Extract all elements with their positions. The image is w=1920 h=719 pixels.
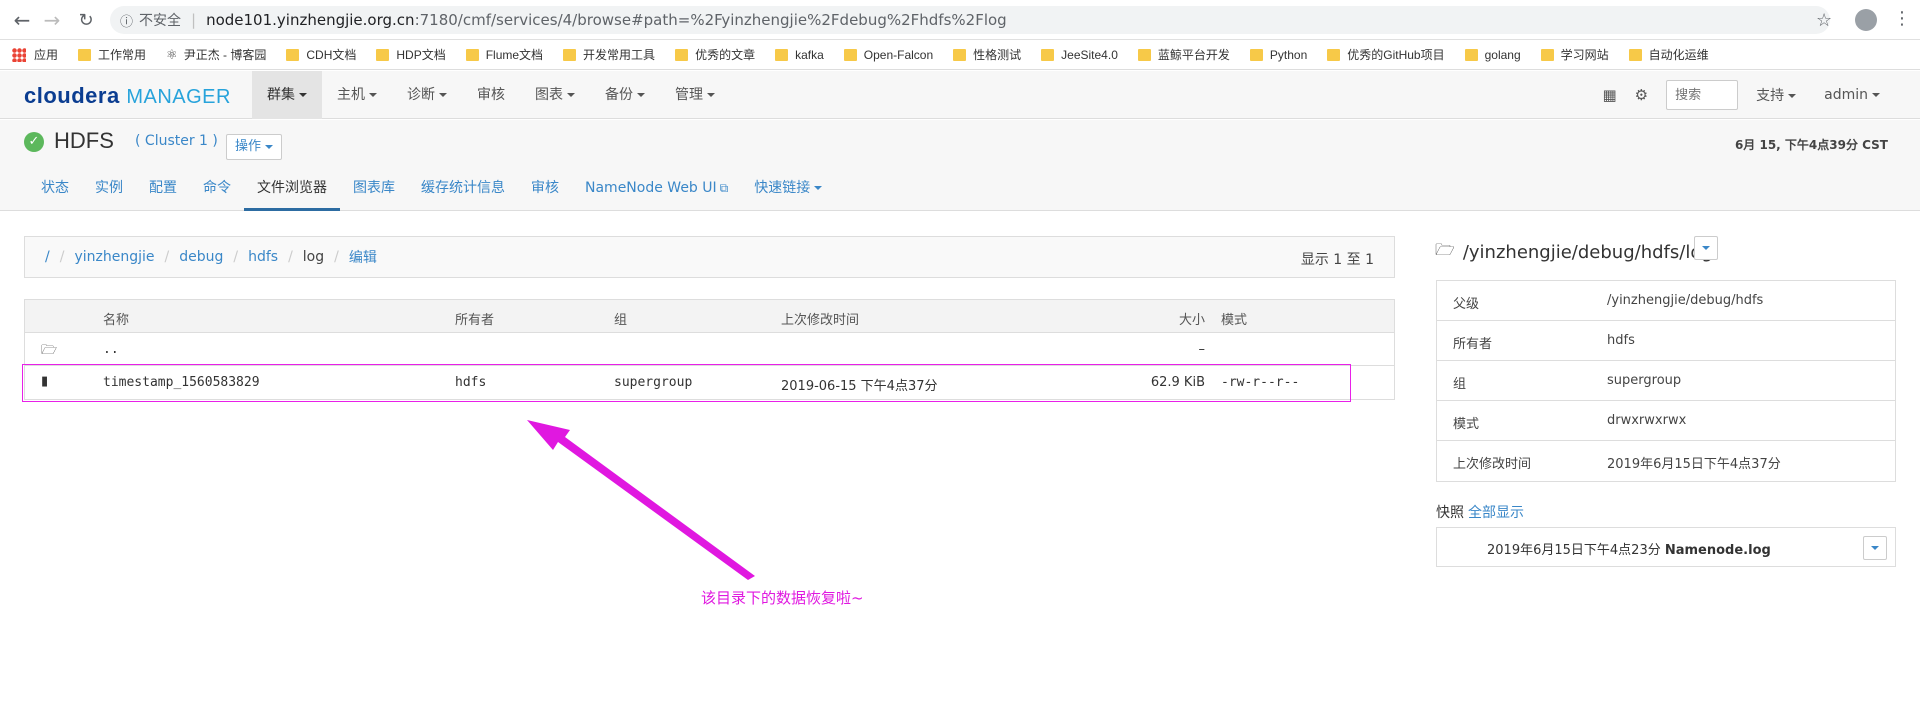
details-row: 上次修改时间 2019年6月15日下午4点37分 [1437, 441, 1895, 481]
details-key: 父级 [1453, 297, 1480, 312]
details-table: 父级/yinzhengjie/debug/hdfs 所有者 hdfs 组 supergr… [1436, 280, 1896, 482]
details-title: 🗁 /yinzhengjie/debug/hdfs/log [1435, 239, 1713, 266]
details-key: 所有者 [1453, 337, 1493, 352]
details-dropdown-button[interactable] [1694, 236, 1718, 260]
details-value: hdfs [1607, 333, 1635, 348]
snapshot-label: 快照 [1436, 505, 1464, 521]
details-row: 所有者 hdfs [1437, 321, 1895, 361]
details-row: 模式 drwxrwxrwx [1437, 401, 1895, 441]
details-row: 组 supergroup [1437, 361, 1895, 401]
snapshot-show-all-link[interactable]: 全部显示 [1468, 505, 1524, 521]
snapshot-item: 2019年6月15日下午4点23分 Namenode.log [1436, 527, 1896, 567]
chevron-down-icon [1702, 246, 1710, 250]
chevron-down-icon [1871, 546, 1879, 550]
arrow-shape [527, 420, 755, 580]
folder-open-icon: 🗁 [1435, 240, 1455, 259]
details-row: 父级/yinzhengjie/debug/hdfs [1437, 281, 1895, 321]
details-key: 组 [1453, 377, 1467, 392]
details-value: drwxrwxrwx [1607, 413, 1687, 428]
details-value: 2019年6月15日下午4点37分 [1607, 457, 1781, 472]
details-value: supergroup [1607, 373, 1682, 388]
details-path: /yinzhengjie/debug/hdfs/log [1462, 242, 1713, 263]
snapshot-entry: 2019年6月15日下午4点23分 Namenode.log [1487, 539, 1771, 558]
details-value: /yinzhengjie/debug/hdfs [1607, 293, 1764, 308]
snapshot-section: 快照 全部显示 [1436, 502, 1524, 522]
snapshot-time: 2019年6月15日下午4点23分 [1487, 543, 1661, 558]
details-key: 上次修改时间 [1453, 457, 1532, 472]
snapshot-dropdown-button[interactable] [1863, 536, 1887, 560]
annotation-text: 该目录下的数据恢复啦~ [701, 589, 864, 607]
snapshot-name: Namenode.log [1664, 543, 1771, 558]
details-key: 模式 [1453, 417, 1480, 432]
